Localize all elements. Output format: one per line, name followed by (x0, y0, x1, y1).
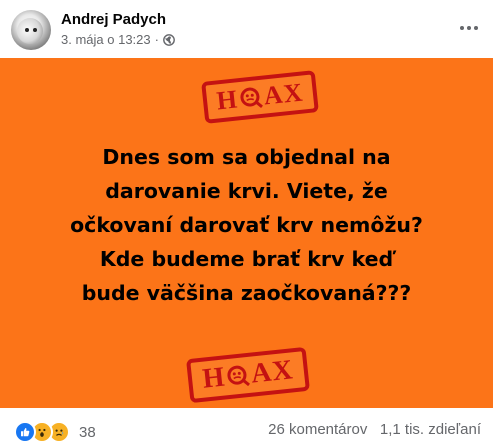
stamp-letters-right: AX (262, 77, 305, 111)
stamp-letters-left: H (200, 361, 227, 395)
like-reaction-icon (14, 421, 36, 443)
avatar-eye (33, 28, 37, 32)
image-headline: Dnes som sa objednal na darovanie krvi. … (20, 140, 473, 310)
headline-line: Dnes som sa objednal na (102, 145, 391, 169)
avatar-eye (25, 28, 29, 32)
headline-line: bude väčšina zaočkovaná??? (81, 281, 412, 305)
hoax-stamp: H AX (200, 70, 320, 124)
author-name[interactable]: Andrej Padych (61, 11, 166, 28)
reaction-count: 38 (79, 423, 96, 441)
reactions-summary[interactable]: 38 (14, 421, 96, 443)
hoax-stamp: H AX (186, 346, 310, 404)
hoax-stamp-top: H AX (200, 67, 320, 127)
stamp-letters-right: AX (249, 354, 295, 390)
magnifier-face-icon (240, 87, 263, 109)
stamp-letters-left: H (215, 84, 240, 116)
post-footer: 38 26 komentárov 1,1 tis. zdieľaní (0, 408, 493, 447)
avatar-dog-face (17, 18, 43, 44)
post-timestamp[interactable]: 3. mája o 13:23 (61, 32, 151, 47)
headline-line: darovanie krvi. Viete, že (105, 179, 388, 203)
post-header: Andrej Padych 3. mája o 13:23 · (0, 0, 493, 58)
magnifier-face-icon (227, 365, 251, 387)
more-options-icon[interactable] (455, 14, 483, 42)
post-image[interactable]: H AX Dnes som sa objednal na darovanie k… (0, 58, 493, 408)
globe-icon[interactable] (163, 33, 175, 46)
headline-line: Kde budeme brať krv keď (99, 247, 394, 271)
meta-separator: · (154, 32, 159, 47)
post-meta: 3. mája o 13:23 · (61, 32, 175, 47)
headline-line: očkovaní darovať krv nemôžu? (70, 213, 423, 237)
author-avatar[interactable] (11, 10, 51, 50)
hoax-stamp-bottom: H AX (184, 344, 313, 407)
comments-link[interactable]: 26 komentárov (268, 421, 367, 438)
engagement-stats: 26 komentárov 1,1 tis. zdieľaní (268, 421, 481, 438)
shares-link[interactable]: 1,1 tis. zdieľaní (380, 421, 481, 438)
